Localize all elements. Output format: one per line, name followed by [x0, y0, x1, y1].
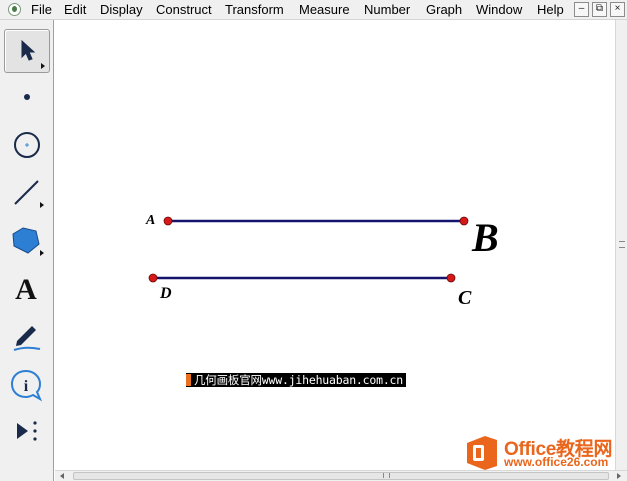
label-d[interactable]: D — [160, 285, 172, 303]
horizontal-scroll-grip[interactable] — [383, 473, 390, 478]
point-c[interactable] — [446, 273, 456, 283]
label-b[interactable]: B — [472, 216, 499, 260]
horizontal-scroll-thumb[interactable] — [73, 472, 609, 480]
scroll-left-icon[interactable] — [60, 473, 64, 479]
vertical-scrollbar[interactable] — [615, 20, 627, 470]
point-d[interactable] — [148, 273, 158, 283]
label-a[interactable]: A — [146, 213, 155, 229]
caption-label: 几何画板官网www.jihehuaban.com.cn — [194, 373, 403, 387]
label-c[interactable]: C — [458, 287, 471, 310]
geometry-layer — [148, 216, 469, 283]
watermark-url: www.office26.com — [504, 455, 609, 469]
vertical-scroll-grip[interactable] — [619, 241, 625, 248]
point-a[interactable] — [163, 216, 173, 226]
horizontal-scrollbar[interactable] — [55, 470, 627, 481]
caption-text[interactable]: 几何画板官网www.jihehuaban.com.cn — [186, 373, 406, 387]
caption-marker — [186, 374, 191, 386]
office-logo-icon — [467, 436, 497, 470]
scroll-right-icon[interactable] — [617, 473, 621, 479]
point-b[interactable] — [459, 216, 469, 226]
